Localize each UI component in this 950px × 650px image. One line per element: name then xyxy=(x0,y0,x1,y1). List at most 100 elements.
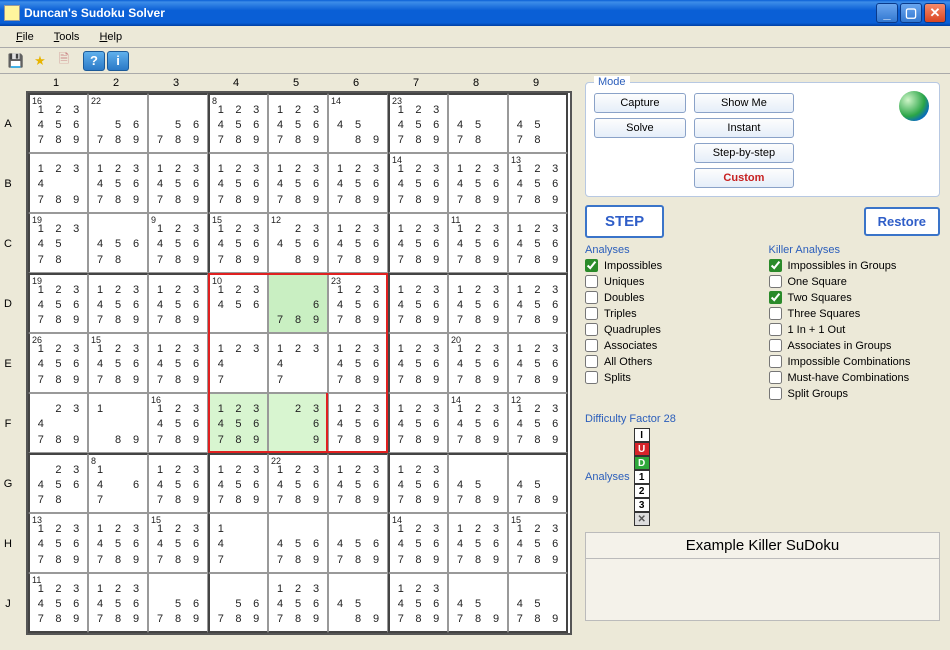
killer-analyses-item[interactable]: Split Groups xyxy=(769,387,941,400)
cell-C2[interactable]: 45678 xyxy=(88,213,148,273)
menu-help[interactable]: Help xyxy=(99,31,122,43)
cell-B3[interactable]: 123456789 xyxy=(148,153,208,213)
cell-E1[interactable]: 26123456789 xyxy=(28,333,88,393)
solve-button[interactable]: Solve xyxy=(594,118,686,138)
cell-A9[interactable]: 4578 xyxy=(508,93,568,153)
restore-button[interactable]: Restore xyxy=(864,207,940,236)
cell-C9[interactable]: 123456789 xyxy=(508,213,568,273)
cell-C8[interactable]: 11123456789 xyxy=(448,213,508,273)
cell-A4[interactable]: 8123456789 xyxy=(208,93,268,153)
minimize-button[interactable]: _ xyxy=(876,3,898,23)
cell-F7[interactable]: 123456789 xyxy=(388,393,448,453)
cell-H6[interactable]: 456789 xyxy=(328,513,388,573)
cell-J4[interactable]: 56789 xyxy=(208,573,268,633)
cell-H5[interactable]: 456789 xyxy=(268,513,328,573)
cell-A6[interactable]: 144589 xyxy=(328,93,388,153)
killer-analyses-item[interactable]: Two Squares xyxy=(769,291,941,304)
maximize-button[interactable]: ▢ xyxy=(900,3,922,23)
analyses-item[interactable]: Splits xyxy=(585,371,757,384)
cell-C7[interactable]: 123456789 xyxy=(388,213,448,273)
cell-F4[interactable]: 123456789 xyxy=(208,393,268,453)
info-button[interactable]: i xyxy=(107,51,129,71)
cell-G7[interactable]: 123456789 xyxy=(388,453,448,513)
cell-G9[interactable]: 45789 xyxy=(508,453,568,513)
killer-analyses-checkbox[interactable] xyxy=(769,291,782,304)
cell-D3[interactable]: 123456789 xyxy=(148,273,208,333)
cell-D7[interactable]: 123456789 xyxy=(388,273,448,333)
cell-B1[interactable]: 1234789 xyxy=(28,153,88,213)
cell-J6[interactable]: 4589 xyxy=(328,573,388,633)
step-by-step-button[interactable]: Step-by-step xyxy=(694,143,794,163)
cell-E3[interactable]: 123456789 xyxy=(148,333,208,393)
analyses-checkbox[interactable] xyxy=(585,371,598,384)
show-me-button[interactable]: Show Me xyxy=(694,93,794,113)
cell-F9[interactable]: 12123456789 xyxy=(508,393,568,453)
analyses-checkbox[interactable] xyxy=(585,323,598,336)
cell-D2[interactable]: 123456789 xyxy=(88,273,148,333)
cell-A3[interactable]: 56789 xyxy=(148,93,208,153)
cell-A7[interactable]: 23123456789 xyxy=(388,93,448,153)
menu-tools[interactable]: Tools xyxy=(54,31,80,43)
cell-E5[interactable]: 12347 xyxy=(268,333,328,393)
killer-analyses-item[interactable]: Associates in Groups xyxy=(769,339,941,352)
globe-icon[interactable] xyxy=(899,91,929,121)
cell-E2[interactable]: 15123456789 xyxy=(88,333,148,393)
cell-E8[interactable]: 20123456789 xyxy=(448,333,508,393)
killer-analyses-item[interactable]: Three Squares xyxy=(769,307,941,320)
cell-B9[interactable]: 13123456789 xyxy=(508,153,568,213)
sudoku-grid[interactable]: 1612345678922567895678981234567891234567… xyxy=(26,91,572,635)
cell-G6[interactable]: 123456789 xyxy=(328,453,388,513)
analyses-item[interactable]: Triples xyxy=(585,307,757,320)
help-button[interactable]: ? xyxy=(83,51,105,71)
cell-C1[interactable]: 191234578 xyxy=(28,213,88,273)
cell-B7[interactable]: 14123456789 xyxy=(388,153,448,213)
killer-analyses-checkbox[interactable] xyxy=(769,323,782,336)
cell-C6[interactable]: 123456789 xyxy=(328,213,388,273)
analyses-item[interactable]: Associates xyxy=(585,339,757,352)
analyses-item[interactable]: Quadruples xyxy=(585,323,757,336)
custom-button[interactable]: Custom xyxy=(694,168,794,188)
cell-B8[interactable]: 123456789 xyxy=(448,153,508,213)
cell-F8[interactable]: 14123456789 xyxy=(448,393,508,453)
killer-analyses-item[interactable]: One Square xyxy=(769,275,941,288)
killer-analyses-checkbox[interactable] xyxy=(769,339,782,352)
cell-F6[interactable]: 123456789 xyxy=(328,393,388,453)
menu-file[interactable]: File xyxy=(16,31,34,43)
cell-D5[interactable]: 6789 xyxy=(268,273,328,333)
cell-H8[interactable]: 123456789 xyxy=(448,513,508,573)
killer-analyses-checkbox[interactable] xyxy=(769,307,782,320)
analyses-checkbox[interactable] xyxy=(585,307,598,320)
cell-H7[interactable]: 14123456789 xyxy=(388,513,448,573)
cell-D6[interactable]: 23123456789 xyxy=(328,273,388,333)
analyses-checkbox[interactable] xyxy=(585,355,598,368)
new-doc-icon[interactable]: 🗎 xyxy=(53,51,75,71)
close-button[interactable]: ✕ xyxy=(924,3,946,23)
analyses-item[interactable]: All Others xyxy=(585,355,757,368)
cell-H3[interactable]: 15123456789 xyxy=(148,513,208,573)
cell-G3[interactable]: 123456789 xyxy=(148,453,208,513)
cell-H1[interactable]: 13123456789 xyxy=(28,513,88,573)
cell-H9[interactable]: 15123456789 xyxy=(508,513,568,573)
cell-F3[interactable]: 16123456789 xyxy=(148,393,208,453)
cell-B5[interactable]: 123456789 xyxy=(268,153,328,213)
cell-A5[interactable]: 123456789 xyxy=(268,93,328,153)
cell-E6[interactable]: 123456789 xyxy=(328,333,388,393)
killer-analyses-item[interactable]: 1 In + 1 Out xyxy=(769,323,941,336)
cell-A1[interactable]: 16123456789 xyxy=(28,93,88,153)
cell-J7[interactable]: 123456789 xyxy=(388,573,448,633)
cell-F1[interactable]: 234789 xyxy=(28,393,88,453)
step-button[interactable]: STEP xyxy=(585,205,664,238)
analyses-checkbox[interactable] xyxy=(585,275,598,288)
cell-E9[interactable]: 123456789 xyxy=(508,333,568,393)
killer-analyses-checkbox[interactable] xyxy=(769,259,782,272)
killer-analyses-checkbox[interactable] xyxy=(769,387,782,400)
star-icon[interactable]: ★ xyxy=(29,51,51,71)
cell-A2[interactable]: 2256789 xyxy=(88,93,148,153)
cell-G4[interactable]: 123456789 xyxy=(208,453,268,513)
cell-D1[interactable]: 19123456789 xyxy=(28,273,88,333)
cell-H4[interactable]: 147 xyxy=(208,513,268,573)
killer-analyses-checkbox[interactable] xyxy=(769,275,782,288)
cell-A8[interactable]: 4578 xyxy=(448,93,508,153)
cell-J5[interactable]: 123456789 xyxy=(268,573,328,633)
analyses-checkbox[interactable] xyxy=(585,339,598,352)
